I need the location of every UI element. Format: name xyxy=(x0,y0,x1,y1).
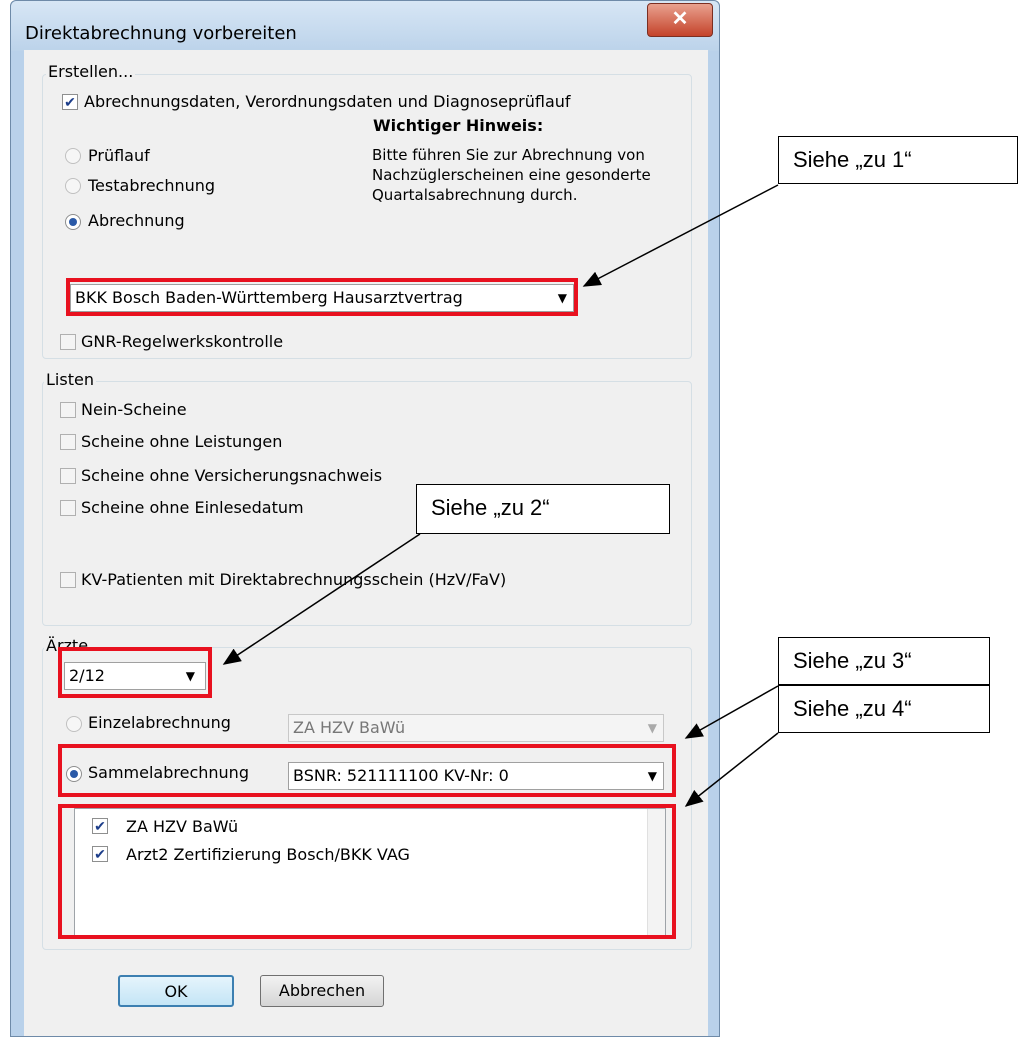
checkbox-nein-scheine[interactable] xyxy=(60,402,76,418)
close-button[interactable]: ✕ xyxy=(647,3,713,37)
label-ohne-einlesedatum: Scheine ohne Einlesedatum xyxy=(81,498,304,517)
close-icon: ✕ xyxy=(671,8,689,30)
radio-testabrechnung[interactable] xyxy=(65,178,81,194)
ok-button[interactable]: OK xyxy=(118,975,234,1007)
einzel-select[interactable]: ZA HZV BaWü ▼ xyxy=(288,714,664,742)
highlight-box-2 xyxy=(58,647,212,698)
radio-einzelabrechnung[interactable] xyxy=(66,716,82,732)
abrechnungsdaten-label: Abrechnungsdaten, Verordnungsdaten und D… xyxy=(84,92,571,111)
radio-prueflauf-label: Prüflauf xyxy=(88,146,150,165)
title-bar[interactable]: Direktabrechnung vorbereiten ✕ xyxy=(11,1,719,51)
label-einzelabrechnung: Einzelabrechnung xyxy=(88,713,231,732)
gnr-checkbox[interactable] xyxy=(60,334,76,350)
group-label-erstellen: Erstellen... xyxy=(46,62,136,81)
notice-line-2: Nachzüglerscheinen eine gesonderte xyxy=(372,166,651,184)
checkbox-kv-patienten[interactable] xyxy=(60,572,76,588)
radio-selected-dot xyxy=(69,218,77,226)
radio-testabrechnung-label: Testabrechnung xyxy=(88,176,216,195)
radio-abrechnung[interactable] xyxy=(65,214,81,230)
dialog-client-area: Erstellen... ✔ Abrechnungsdaten, Verordn… xyxy=(24,50,708,1036)
group-label-listen: Listen xyxy=(44,370,96,389)
highlight-box-4 xyxy=(58,804,676,939)
checkbox-ohne-versicherungsnachweis[interactable] xyxy=(60,468,76,484)
notice-line-3: Quartalsabrechnung durch. xyxy=(372,186,578,204)
einzel-select-value: ZA HZV BaWü xyxy=(293,718,406,737)
radio-abrechnung-label: Abrechnung xyxy=(88,211,185,230)
cancel-button[interactable]: Abbrechen xyxy=(260,975,384,1007)
notice-line-1: Bitte führen Sie zur Abrechnung von xyxy=(372,146,645,164)
gnr-label: GNR-Regelwerkskontrolle xyxy=(81,332,284,351)
label-nein-scheine: Nein-Scheine xyxy=(81,400,187,419)
label-kv-patienten: KV-Patienten mit Direktabrechnungsschein… xyxy=(81,570,507,589)
callout-4: Siehe „zu 4“ xyxy=(778,685,990,733)
radio-prueflauf[interactable] xyxy=(65,148,81,164)
highlight-box-1 xyxy=(66,278,578,316)
callout-2: Siehe „zu 2“ xyxy=(416,484,670,534)
callout-1: Siehe „zu 1“ xyxy=(778,136,1018,184)
abrechnungsdaten-checkbox[interactable]: ✔ xyxy=(62,94,78,110)
checkbox-ohne-einlesedatum[interactable] xyxy=(60,500,76,516)
notice-title: Wichtiger Hinweis: xyxy=(373,116,544,135)
checkbox-ohne-leistungen[interactable] xyxy=(60,434,76,450)
label-ohne-versicherungsnachweis: Scheine ohne Versicherungsnachweis xyxy=(81,466,383,485)
label-ohne-leistungen: Scheine ohne Leistungen xyxy=(81,432,283,451)
highlight-box-3 xyxy=(58,744,676,797)
window-title: Direktabrechnung vorbereiten xyxy=(25,23,297,44)
callout-3: Siehe „zu 3“ xyxy=(778,637,990,685)
chevron-down-icon: ▼ xyxy=(647,721,657,735)
